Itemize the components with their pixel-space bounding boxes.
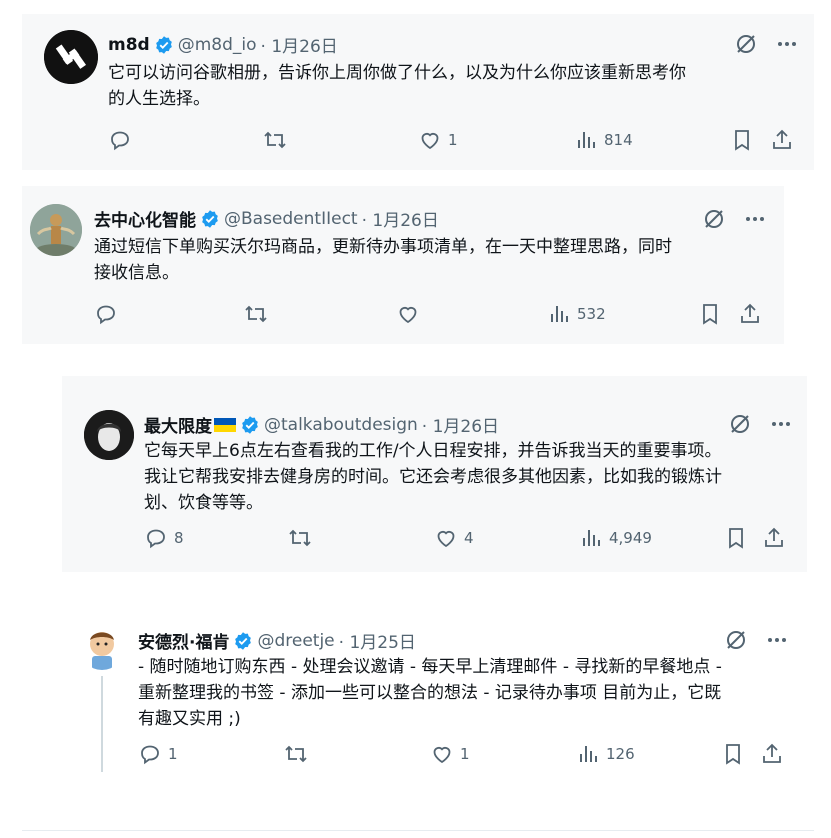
share-button[interactable] [762,526,786,550]
tweet-header: 最大限度 @talkaboutdesign · 1月26日 [144,412,499,438]
share-icon [773,129,791,149]
tweet-header: 去中心化智能 @BasedentIIect · 1月26日 [94,206,439,232]
cartoon-avatar-icon [90,632,114,670]
tweet-text: - 随时随地订购东西 - 处理会议邀请 - 每天早上清理邮件 - 寻找新的早餐地… [138,657,722,729]
tweet-date[interactable]: · 1月26日 [261,32,338,57]
share-button[interactable] [770,128,794,152]
like-icon [437,530,455,548]
share-icon [763,743,781,763]
views-button[interactable]: 4,949 [579,526,652,550]
reply-icon [97,305,115,325]
views-button[interactable]: 814 [574,128,633,152]
more-icon[interactable] [776,33,798,55]
like-button[interactable]: 1 [418,128,458,152]
views-icon [551,306,568,322]
retweet-icon [289,529,311,547]
grok-icon[interactable] [724,628,748,652]
tweet-text: 它每天早上6点左右查看我的工作/个人日程安排，并告诉我当天的重要事项。 我让它帮… [144,441,722,513]
bookmark-button[interactable] [724,526,748,550]
tweet-header: m8d @m8d_io · 1月26日 [108,32,338,58]
tweet-date[interactable]: · 1月25日 [339,628,416,653]
views-icon [580,746,597,762]
grok-icon[interactable] [734,32,758,56]
reply-button[interactable] [94,302,124,326]
bookmark-icon [703,304,717,325]
like-button[interactable]: 4 [434,526,474,550]
like-icon [421,132,439,150]
tweet-text: 通过短信下单购买沃尔玛商品，更新待办事项清单，在一天中整理思路，同时 接收信息。 [94,237,672,283]
verified-badge-icon [235,631,252,650]
more-icon[interactable] [766,629,788,651]
verified-badge-icon [202,209,218,228]
reply-icon [111,131,129,151]
author-name[interactable]: 安德烈·福肯 [138,628,229,653]
bookmark-icon [735,130,749,151]
avatar[interactable] [80,626,124,670]
retweet-icon [264,131,286,149]
author-handle[interactable]: @BasedentIIect [224,209,358,229]
bookmark-button[interactable] [721,742,745,766]
like-icon [433,746,451,764]
like-icon [399,306,417,324]
tweet-date[interactable]: · 1月26日 [422,412,499,437]
retweet-icon [285,745,307,763]
bookmark-button[interactable] [730,128,754,152]
share-button[interactable] [738,302,762,326]
reply-icon [147,529,165,549]
like-button[interactable]: 1 [430,742,470,766]
bottom-divider [22,830,814,831]
avatar[interactable] [44,30,98,84]
tweet-text: 它可以访问谷歌相册，告诉你上周你做了什么，以及为什么你应该重新思考你 的人生选择… [108,63,686,109]
tweet-actions: 1 814 [0,128,831,156]
ukraine-flag-icon [214,417,236,432]
portrait-avatar-icon [84,410,134,460]
more-icon[interactable] [770,413,792,435]
retweet-button[interactable] [287,526,319,550]
views-button[interactable]: 532 [547,302,606,326]
m8d-logo-icon [44,30,98,84]
share-button[interactable] [760,742,784,766]
avatar[interactable] [30,204,82,256]
figure-avatar-icon [30,204,82,256]
retweet-button[interactable] [262,128,294,152]
share-icon [765,527,783,547]
views-icon [583,530,600,546]
tweet-header: 安德烈·福肯 @dreetje · 1月25日 [138,628,416,654]
share-icon [741,303,759,323]
bookmark-icon [726,744,740,765]
reply-icon [141,745,159,765]
tweet-actions: 8 4 4,949 [0,526,831,554]
like-button[interactable] [396,302,426,326]
more-icon[interactable] [744,208,766,230]
retweet-icon [245,305,267,323]
grok-icon[interactable] [728,412,752,436]
retweet-button[interactable] [283,742,315,766]
author-name[interactable]: 最大限度 [144,412,212,437]
reply-button[interactable]: 1 [138,742,178,766]
avatar[interactable] [84,410,134,460]
views-icon [578,132,595,148]
author-handle[interactable]: @dreetje [257,631,334,651]
tweet-actions: 532 [0,302,831,330]
tweet-actions: 1 1 126 [0,742,831,770]
author-handle[interactable]: @talkaboutdesign [264,415,418,435]
verified-badge-icon [242,415,258,434]
bookmark-button[interactable] [698,302,722,326]
retweet-button[interactable] [243,302,275,326]
grok-icon[interactable] [702,207,726,231]
verified-badge-icon [155,35,172,54]
reply-button[interactable] [108,128,138,152]
author-handle[interactable]: @m8d_io [178,35,257,55]
author-name[interactable]: 去中心化智能 [94,206,196,231]
author-name[interactable]: m8d [108,35,150,55]
tweet-date[interactable]: · 1月26日 [362,206,439,231]
views-button[interactable]: 126 [576,742,635,766]
reply-button[interactable]: 8 [144,526,184,550]
bookmark-icon [729,528,743,549]
